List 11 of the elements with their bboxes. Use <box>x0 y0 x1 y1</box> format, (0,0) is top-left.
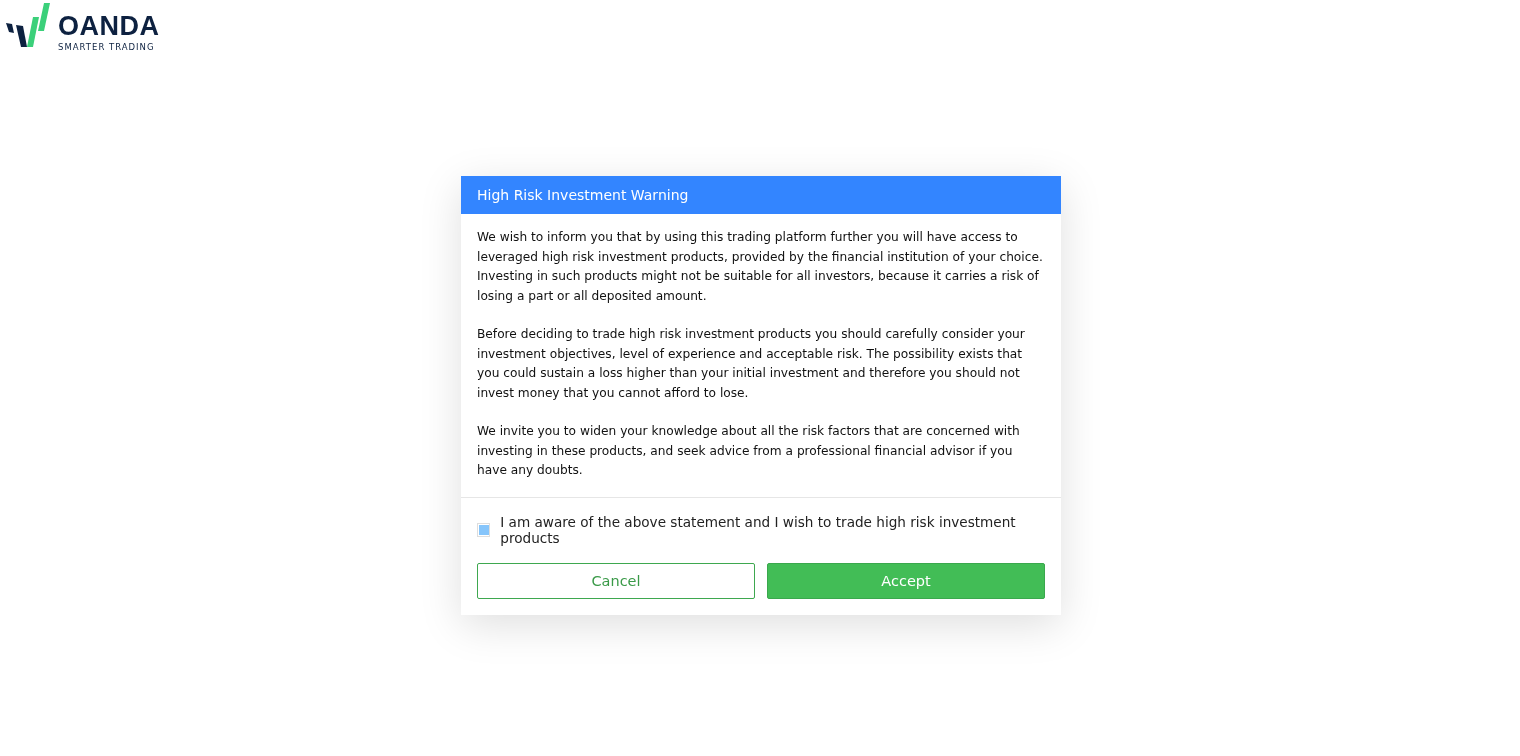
warning-paragraph: Before deciding to trade high risk investment products you should carefully consider your investment objectives, level of experience and acceptable risk. The possibility exists that you could sustain a loss higher than your initial investment and therefore you should not invest money that you cannot afford to lose. <box>477 326 1026 402</box>
warning-paragraph: We invite you to widen your knowledge about all the risk factors that are concerned with investing in these products, and seek advice from a professional financial advisor if you have any doubts. <box>477 423 1021 479</box>
agreement-label: I am aware of the above statement and I wish to trade high risk investment products <box>500 513 1017 546</box>
cancel-button[interactable]: Cancel <box>477 562 755 599</box>
dialog-title: High Risk Investment Warning <box>477 187 689 203</box>
agreement-checkbox[interactable] <box>477 522 491 537</box>
logo-name: OANDA <box>58 12 160 40</box>
logo-tagline: SMARTER TRADING <box>58 42 156 52</box>
accept-button[interactable]: Accept <box>767 562 1045 599</box>
logo-icon <box>6 3 52 47</box>
warning-paragraph: We wish to inform you that by using this trading platform further you will have access to leveraged high risk investment products, provided by the financial institution of your choice. Investing in such products might not be suitable for all investors, because it carries a risk of losing a part or all deposited amount. <box>477 229 1044 305</box>
